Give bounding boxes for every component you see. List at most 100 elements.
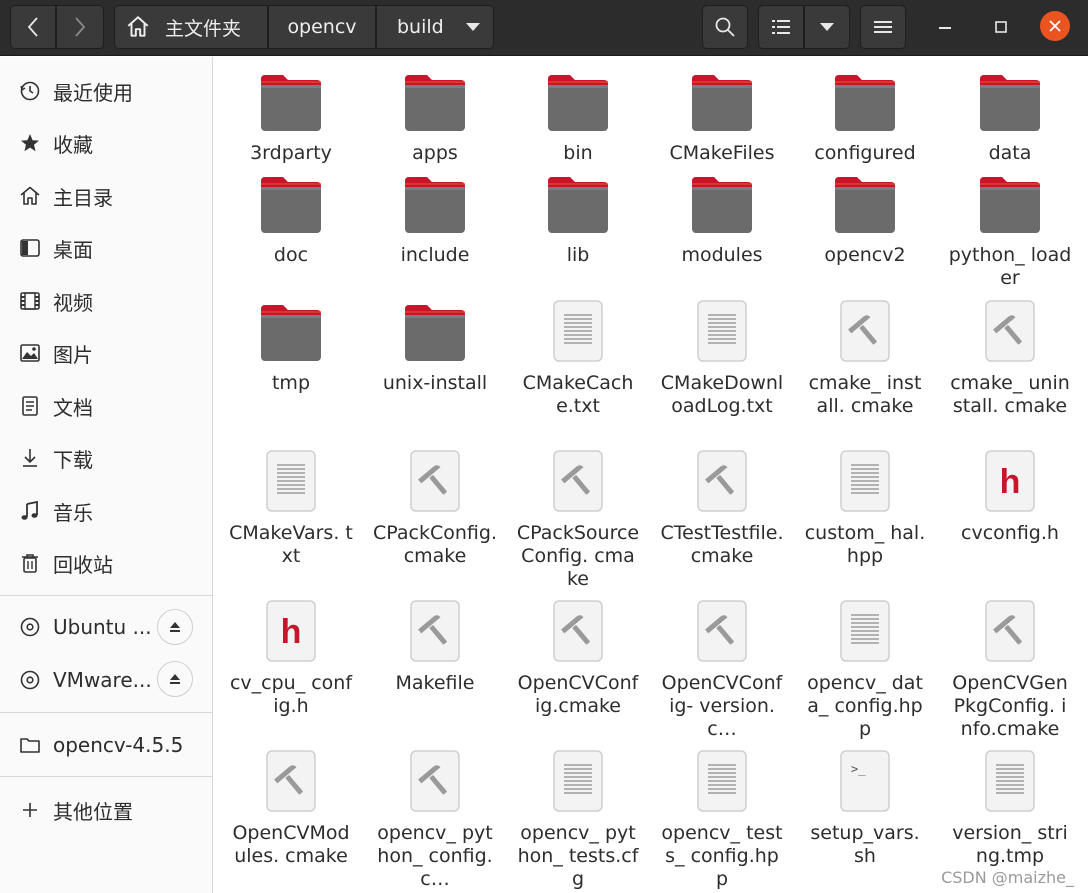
file-item[interactable]: h cvconfig.h [940,449,1080,545]
file-name-label: include [400,244,470,266]
sidebar-item-starred[interactable]: 收藏 [0,120,212,166]
folder-item[interactable]: python_ loader [940,171,1080,290]
folder-item[interactable]: CMakeFiles [652,69,792,165]
file-item[interactable]: OpenCVGenPkgConfig. info.cmake [940,599,1080,741]
file-item[interactable]: h cv_cpu_ config.h [221,599,361,718]
file-item[interactable]: opencv_ python_ config.c… [365,749,505,891]
file-item[interactable]: OpenCVConfig- version.c… [652,599,792,741]
sidebar-item-label: 最近使用 [53,80,133,105]
main-menu-button[interactable] [860,5,906,49]
sidebar-item-videos[interactable]: 视频 [0,278,212,324]
sidebar-item-music[interactable]: 音乐 [0,488,212,534]
text-file-icon [259,449,323,513]
eject-button[interactable] [157,661,193,697]
folder-icon [546,69,610,133]
view-list-button[interactable] [758,5,804,49]
file-name-label: Makefile [395,672,475,694]
dropdown-arrow-icon[interactable] [465,23,480,31]
eject-button[interactable] [157,609,193,645]
recent-icon [19,80,41,102]
text-file-icon [546,749,610,813]
sidebar-item-label: 主目录 [53,185,113,210]
file-item[interactable]: CMakeVars. txt [221,449,361,568]
file-item[interactable]: custom_ hal.hpp [795,449,935,568]
sidebar-item-downloads[interactable]: 下载 [0,435,212,481]
back-button[interactable] [10,5,56,49]
file-item[interactable]: opencv_ tests_ config.hpp [652,749,792,891]
folder-item[interactable]: data [940,69,1080,165]
sidebar-item-documents[interactable]: 文档 [0,383,212,429]
breadcrumb-build[interactable]: build [376,5,494,49]
folder-icon [259,69,323,133]
folder-item[interactable]: lib [508,171,648,267]
maximize-button[interactable] [984,10,1018,44]
file-item[interactable]: OpenCVModules. cmake [221,749,361,868]
file-name-label: OpenCVConfig- version.c… [661,672,783,740]
file-item[interactable]: >_ setup_vars. sh [795,749,935,868]
list-view-icon [772,20,790,34]
folder-icon [546,171,610,235]
text-file-icon [833,599,897,663]
folder-item[interactable]: unix-install [365,299,505,395]
sidebar-item-bookmark-opencv[interactable]: opencv-4.5.5 [0,722,212,768]
folder-item[interactable]: 3rdparty [221,69,361,165]
sidebar-item-label: 收藏 [53,132,93,157]
shell-script-icon: >_ [833,749,897,813]
build-file-icon [978,299,1042,363]
breadcrumb-home[interactable]: 主文件夹 [114,5,268,49]
file-item[interactable]: CTestTestfile.cmake [652,449,792,568]
file-name-label: bin [563,142,593,164]
view-options-button[interactable] [804,5,850,49]
file-item[interactable]: version_ string.tmp [940,749,1080,868]
maximize-icon [995,21,1007,33]
search-button[interactable] [702,5,748,49]
breadcrumb-build-label: build [397,16,444,38]
minimize-button[interactable] [928,10,962,44]
sidebar-item-trash[interactable]: 回收站 [0,540,212,586]
forward-button[interactable] [56,5,104,49]
document-icon [19,395,41,417]
picture-icon [19,342,41,364]
folder-item[interactable]: doc [221,171,361,267]
sidebar-item-pictures[interactable]: 图片 [0,330,212,376]
file-item[interactable]: cmake_ install. cmake [795,299,935,418]
video-icon [19,290,41,312]
close-button[interactable] [1040,11,1070,41]
file-item[interactable]: CMakeCache.txt [508,299,648,418]
breadcrumb-opencv[interactable]: opencv [268,5,376,49]
file-item[interactable]: CMakeDownloadLog.txt [652,299,792,418]
file-name-label: custom_ hal.hpp [804,522,926,567]
file-item[interactable]: CPackConfig.cmake [365,449,505,568]
sidebar-item-desktop[interactable]: 桌面 [0,225,212,271]
file-item[interactable]: cmake_ uninstall. cmake [940,299,1080,418]
desktop-icon [19,237,41,259]
folder-item[interactable]: opencv2 [795,171,935,267]
build-file-icon [978,599,1042,663]
folder-item[interactable]: modules [652,171,792,267]
sidebar-item-other-locations[interactable]: 其他位置 [0,787,212,833]
header-bar: 主文件夹 opencv build [0,0,1088,56]
folder-item[interactable]: include [365,171,505,267]
folder-item[interactable]: tmp [221,299,361,395]
file-name-label: 3rdparty [250,142,332,164]
folder-icon [259,171,323,235]
folder-item[interactable]: bin [508,69,648,165]
file-name-label: cmake_ install. cmake [808,372,922,417]
sidebar-item-label: 其他位置 [53,799,133,824]
chevron-left-icon [27,17,38,37]
file-name-label: OpenCVModules. cmake [232,822,350,867]
file-item[interactable]: Makefile [365,599,505,695]
folder-icon [833,69,897,133]
sidebar-item-label: 回收站 [53,552,113,577]
file-item[interactable]: OpenCVConfig.cmake [508,599,648,718]
folder-item[interactable]: apps [365,69,505,165]
file-item[interactable]: CPackSourceConfig. cmake [508,449,648,591]
file-name-label: cv_cpu_ config.h [229,672,353,717]
build-file-icon [403,599,467,663]
file-item[interactable]: opencv_ python_ tests.cfg [508,749,648,891]
file-item[interactable]: opencv_ data_ config.hpp [795,599,935,741]
sidebar-item-home[interactable]: 主目录 [0,173,212,219]
folder-item[interactable]: configured [795,69,935,165]
sidebar-item-recent[interactable]: 最近使用 [0,68,212,114]
file-name-label: CMakeCache.txt [522,372,634,417]
